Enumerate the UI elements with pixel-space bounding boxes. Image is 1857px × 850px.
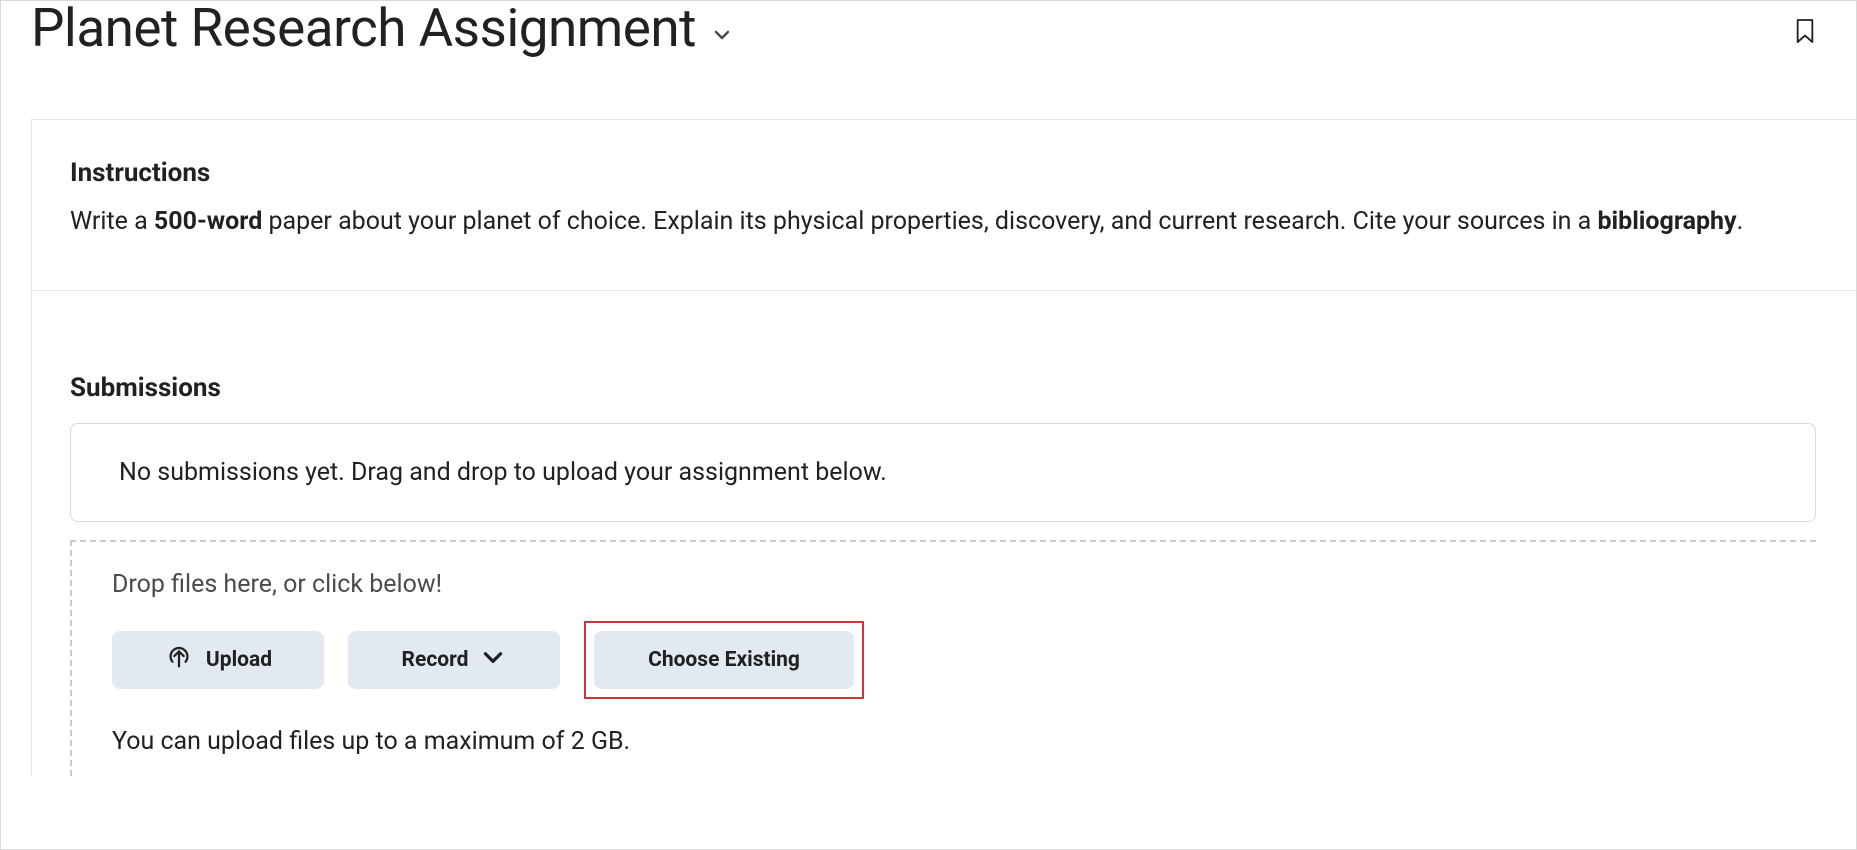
- main-panel: Instructions Write a 500-word paper abou…: [31, 119, 1856, 776]
- assignment-title: Planet Research Assignment: [31, 0, 696, 59]
- file-dropzone[interactable]: Drop files here, or click below! Upload: [70, 540, 1816, 776]
- submissions-empty-message: No submissions yet. Drag and drop to upl…: [119, 458, 1767, 487]
- submissions-status-box: No submissions yet. Drag and drop to upl…: [70, 423, 1816, 522]
- record-button[interactable]: Record: [348, 631, 560, 689]
- upload-button-label: Upload: [206, 648, 272, 672]
- choose-existing-button-label: Choose Existing: [648, 648, 800, 672]
- instructions-text-prefix: Write a: [70, 207, 154, 236]
- choose-existing-button[interactable]: Choose Existing: [594, 631, 854, 689]
- instructions-heading: Instructions: [70, 158, 1816, 188]
- upload-button[interactable]: Upload: [112, 631, 324, 689]
- submissions-section: Submissions No submissions yet. Drag and…: [32, 291, 1856, 776]
- chevron-down-icon[interactable]: [710, 5, 734, 51]
- choose-existing-highlight: Choose Existing: [584, 621, 864, 699]
- record-button-label: Record: [402, 648, 469, 672]
- assignment-page: Planet Research Assignment Instructions …: [1, 0, 1856, 776]
- submissions-heading: Submissions: [70, 373, 1816, 403]
- dropzone-hint: Drop files here, or click below!: [112, 570, 1776, 599]
- instructions-text-suffix: .: [1737, 207, 1744, 236]
- instructions-bold-1: 500-word: [154, 207, 262, 236]
- upload-size-limit: You can upload files up to a maximum of …: [112, 727, 1776, 756]
- dropzone-button-row: Upload Record Choose Existing: [112, 621, 1776, 699]
- upload-icon: [164, 642, 194, 678]
- bookmark-icon[interactable]: [1794, 17, 1816, 49]
- chevron-down-icon: [480, 644, 506, 676]
- instructions-section: Instructions Write a 500-word paper abou…: [32, 120, 1856, 291]
- header-bar: Planet Research Assignment: [1, 0, 1856, 59]
- instructions-bold-2: bibliography: [1597, 207, 1736, 236]
- instructions-body: Write a 500-word paper about your planet…: [70, 204, 1816, 240]
- instructions-text-mid: paper about your planet of choice. Expla…: [262, 207, 1597, 236]
- assignment-title-group: Planet Research Assignment: [31, 0, 734, 59]
